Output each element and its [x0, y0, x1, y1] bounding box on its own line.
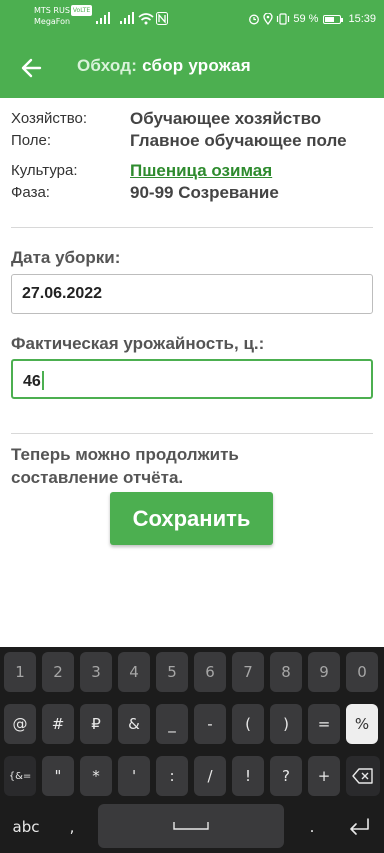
phase-label: Фаза: — [11, 184, 50, 201]
space-key[interactable] — [98, 804, 284, 848]
key-ampersand[interactable]: & — [118, 704, 150, 744]
nfc-icon — [156, 12, 168, 25]
battery-percent: 59 % — [293, 13, 319, 25]
field-row: Поле: Главное обучающее поле — [11, 131, 373, 153]
status-indicators: 59 % 15:39 — [248, 10, 376, 28]
page-title-main: сбор урожая — [142, 56, 251, 75]
key-equals[interactable]: = — [308, 704, 340, 744]
key-minus[interactable]: - — [194, 704, 226, 744]
field-value: Главное обучающее поле — [130, 131, 347, 150]
harvest-date-label: Дата уборки: — [11, 248, 121, 267]
farm-value: Обучающее хозяйство — [130, 109, 322, 128]
field-label: Поле: — [11, 132, 52, 149]
page-title-prefix: Обход: — [77, 56, 138, 75]
key-0[interactable]: 0 — [346, 652, 378, 692]
key-5[interactable]: 5 — [156, 652, 188, 692]
key-hash[interactable]: # — [42, 704, 74, 744]
clock: 15:39 — [348, 13, 376, 25]
key-quote[interactable]: " — [42, 756, 74, 796]
signal-strength-2-icon — [120, 12, 134, 24]
crop-label: Культура: — [11, 162, 78, 179]
key-comma[interactable]: , — [56, 807, 88, 847]
key-paren-close[interactable]: ) — [270, 704, 302, 744]
divider — [11, 433, 373, 434]
key-more-symbols[interactable]: {&= — [4, 756, 36, 796]
backspace-key[interactable] — [346, 756, 380, 796]
key-plus[interactable]: + — [308, 756, 340, 796]
yield-input[interactable]: 46 — [11, 359, 373, 399]
farm-row: Хозяйство: Обучающее хозяйство — [11, 109, 373, 131]
key-3[interactable]: 3 — [80, 652, 112, 692]
key-2[interactable]: 2 — [42, 652, 74, 692]
farm-label: Хозяйство: — [11, 110, 88, 127]
key-underscore[interactable]: _ — [156, 704, 188, 744]
key-6[interactable]: 6 — [194, 652, 226, 692]
enter-icon — [350, 818, 369, 835]
key-7[interactable]: 7 — [232, 652, 264, 692]
yield-label: Фактическая урожайность, ц.: — [11, 334, 265, 353]
key-9[interactable]: 9 — [308, 652, 340, 692]
text-cursor — [41, 371, 44, 390]
key-exclamation[interactable]: ! — [232, 756, 264, 796]
key-period[interactable]: . — [296, 807, 328, 847]
space-bar-icon — [173, 822, 209, 830]
key-percent[interactable]: % — [346, 704, 378, 744]
carrier-info: MTS RUS VoLTE MegaFon — [34, 5, 93, 27]
key-at[interactable]: @ — [4, 704, 36, 744]
yield-value: 46 — [23, 373, 41, 390]
alarm-icon — [249, 14, 260, 25]
phase-row: Фаза: 90-99 Созревание — [11, 183, 373, 205]
key-slash[interactable]: / — [194, 756, 226, 796]
key-question[interactable]: ? — [270, 756, 302, 796]
harvest-date-value: 27.06.2022 — [22, 285, 103, 302]
object-info: Хозяйство: Обучающее хозяйство Поле: Гла… — [11, 109, 373, 205]
enter-key[interactable] — [338, 807, 380, 847]
key-ruble[interactable]: ₽ — [80, 704, 112, 744]
page-title: Обход: сбор урожая — [77, 56, 251, 76]
key-colon[interactable]: : — [156, 756, 188, 796]
info-note: Теперь можно продолжить составление отчё… — [11, 445, 239, 487]
harvest-date-field[interactable]: 27.06.2022 — [11, 274, 373, 314]
status-bar: MTS RUS VoLTE MegaFon 59 % 15:39 — [0, 0, 384, 38]
carrier-name: MTS RUS — [34, 6, 70, 15]
backspace-icon — [352, 768, 373, 784]
key-1[interactable]: 1 — [4, 652, 36, 692]
phase-value: 90-99 Созревание — [130, 183, 279, 202]
back-arrow-icon[interactable] — [18, 54, 46, 82]
divider — [11, 227, 373, 228]
save-button[interactable]: Сохранить — [110, 492, 273, 545]
crop-link[interactable]: Пшеница озимая — [130, 161, 272, 181]
signal-strength-icon — [96, 12, 110, 24]
on-screen-keyboard: 1 2 3 4 5 6 7 8 9 0 @ # ₽ & _ - ( ) = % … — [0, 647, 384, 853]
battery-icon — [323, 14, 344, 24]
carrier-name-2: MegaFon — [34, 17, 71, 26]
key-asterisk[interactable]: * — [80, 756, 112, 796]
abc-key[interactable]: abc — [4, 807, 48, 847]
key-paren-open[interactable]: ( — [232, 704, 264, 744]
app-bar: Обход: сбор урожая — [0, 38, 384, 98]
key-4[interactable]: 4 — [118, 652, 150, 692]
key-apostrophe[interactable]: ' — [118, 756, 150, 796]
vibrate-icon — [277, 13, 290, 25]
volte-badge: VoLTE — [70, 5, 93, 16]
key-8[interactable]: 8 — [270, 652, 302, 692]
crop-row: Культура: Пшеница озимая — [11, 161, 373, 183]
wifi-icon — [138, 13, 154, 25]
location-icon — [263, 13, 274, 25]
